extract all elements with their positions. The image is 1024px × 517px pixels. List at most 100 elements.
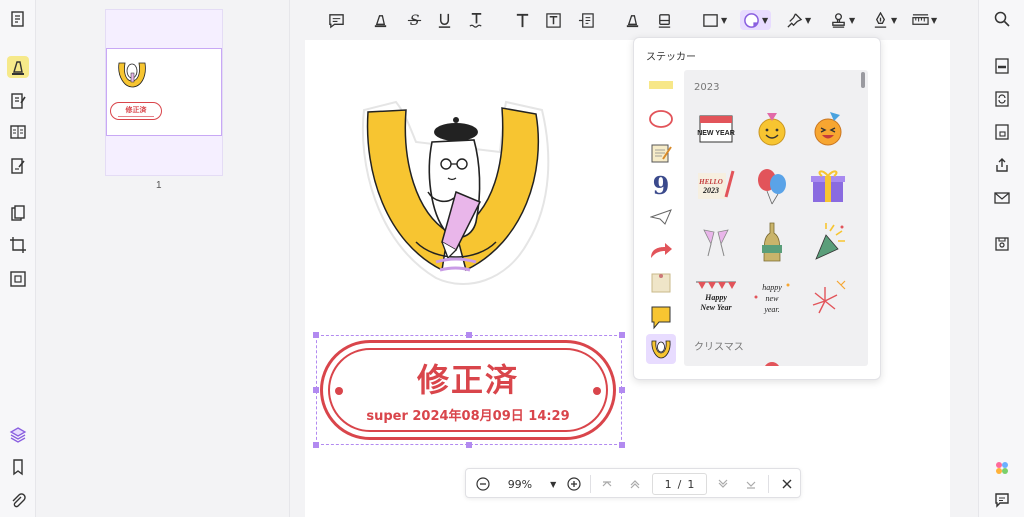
left-toolbar [0,0,36,517]
category-paper-plane-sticker[interactable] [646,202,676,232]
pencil-icon[interactable] [624,10,641,30]
svg-text:happy: happy [762,283,782,292]
svg-text:2023: 2023 [702,186,719,195]
sticker-tool-button[interactable]: ▼ [740,10,772,30]
page-number-input[interactable]: 1 / 1 [652,473,707,495]
last-page-button[interactable] [742,474,760,494]
email-icon[interactable] [992,188,1012,208]
comment-highlight-icon[interactable] [7,56,29,78]
resize-handle-bottom[interactable] [466,442,472,448]
character-icon [651,340,671,359]
number-nine-icon: 9 [652,170,670,200]
save-icon[interactable] [992,234,1012,254]
svg-text:new: new [766,294,780,303]
calendar-new-year-sticker[interactable]: NEW YEAR [694,106,738,150]
convert-icon[interactable] [992,89,1012,109]
current-page: 1 [664,477,672,491]
pin-tool-button[interactable]: ▼ [786,10,811,30]
chat-icon[interactable] [992,490,1012,510]
champagne-bottle-sticker[interactable] [750,220,794,264]
chevron-down-icon [718,479,728,488]
eraser-icon[interactable] [656,10,673,30]
highlight-icon[interactable] [372,10,389,30]
christmas-sticker-partial[interactable] [764,362,780,366]
form-edit-icon[interactable] [7,155,29,177]
category-sticky-note-sticker[interactable] [646,268,676,298]
layers-icon[interactable] [7,424,29,446]
resize-handle-left[interactable] [313,387,319,393]
category-character-sticker[interactable] [646,334,676,364]
happy-new-year-script-sticker[interactable]: happy new year. [750,276,794,320]
shape-tool-button[interactable]: ▼ [702,10,727,30]
champagne-glasses-sticker[interactable] [694,220,738,264]
category-circle-sticker[interactable] [646,104,676,134]
next-page-button[interactable] [714,474,732,494]
comment-icon[interactable] [328,10,345,30]
happy-new-year-banner-sticker[interactable]: Happy New Year [694,276,738,320]
sticker-grid: 2023 NEW YEAR HELLO 2023 Happy New Year … [684,70,868,366]
text-box-icon[interactable] [545,10,562,30]
bookmark-icon[interactable] [7,456,29,478]
strikethrough-icon[interactable]: S [406,10,423,30]
page-thumbnail[interactable]: 修正済 [105,9,223,176]
signature-tool-button[interactable]: ▼ [872,10,897,30]
resize-handle-bottom-right[interactable] [619,442,625,448]
compress-icon[interactable] [7,268,29,290]
resize-handle-bottom-left[interactable] [313,442,319,448]
party-smiley-sticker[interactable] [750,106,794,150]
section-2023-label: 2023 [694,82,720,93]
svg-text:HELLO: HELLO [698,178,723,186]
ai-assistant-icon[interactable] [992,458,1012,478]
previous-page-button[interactable] [626,474,644,494]
category-arrow-sticker[interactable] [646,236,676,266]
chevron-down-icon: ▼ [891,15,898,25]
balloons-sticker[interactable] [750,164,794,208]
zoom-in-button[interactable] [565,474,583,494]
protect-document-icon[interactable] [992,122,1012,142]
category-speech-bubble-sticker[interactable] [646,302,676,332]
attachment-icon[interactable] [7,490,29,512]
share-icon[interactable] [992,155,1012,175]
resize-handle-top-right[interactable] [619,332,625,338]
close-zoom-bar-button[interactable] [778,474,796,494]
fireworks-sticker[interactable] [806,276,850,320]
svg-text:NEW YEAR: NEW YEAR [697,130,735,137]
measure-tool-button[interactable]: ▼ [912,10,937,30]
sticker-scrollbar[interactable] [861,72,865,88]
underline-icon[interactable] [436,10,453,30]
zoom-out-button[interactable] [474,474,492,494]
red-circle-icon [649,110,673,128]
party-popper-sticker[interactable] [806,220,850,264]
edit-text-icon[interactable] [7,90,29,112]
zoom-level-select[interactable]: 99% ▼ [502,474,562,494]
category-highlight-sticker[interactable] [646,70,676,100]
resize-handle-top[interactable] [466,332,472,338]
pin-icon [787,12,803,28]
artist-character-sticker[interactable] [356,92,550,292]
chevron-down-icon: ▼ [805,15,812,25]
category-notepad-sticker[interactable] [646,138,676,168]
first-page-button[interactable] [598,474,616,494]
search-icon[interactable] [992,9,1012,29]
rectangle-icon [703,13,718,27]
category-number-sticker[interactable]: 9 [646,170,676,200]
svg-text:S: S [410,13,420,29]
divider [768,475,769,493]
edit-document-icon[interactable] [7,8,29,30]
stamp-tool-button[interactable]: ▼ [830,10,855,30]
revised-stamp[interactable]: 修正済 super 2024年08月09日 14:29 [320,340,616,440]
text-icon[interactable] [514,10,531,30]
hello-2023-sticker[interactable]: HELLO 2023 [694,164,738,208]
organize-pages-icon[interactable] [7,203,29,225]
resize-handle-right[interactable] [619,387,625,393]
ocr-icon[interactable] [992,56,1012,76]
party-laughing-sticker[interactable] [806,106,850,150]
stamp-subtitle: super 2024年08月09日 14:29 [366,409,570,424]
resize-handle-top-left[interactable] [313,332,319,338]
crop-icon[interactable] [7,234,29,256]
reader-icon[interactable] [7,121,29,143]
gift-box-sticker[interactable] [806,164,850,208]
squiggly-underline-icon[interactable] [468,10,485,30]
popup-title: ステッカー [646,52,696,63]
callout-icon[interactable] [578,10,595,30]
